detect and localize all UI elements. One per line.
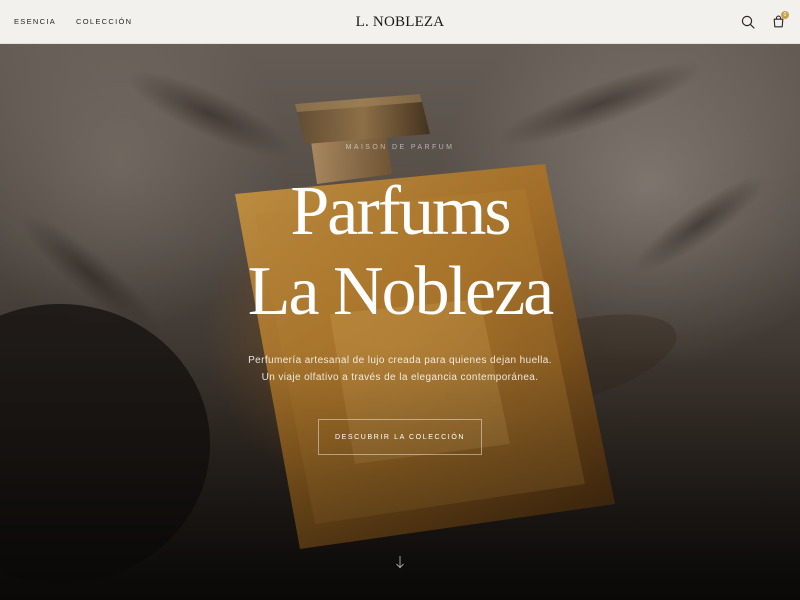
hero-subtitle: Perfumería artesanal de lujo creada para… (248, 355, 552, 383)
main-nav: Esencia Colección (14, 17, 132, 26)
cart-button[interactable]: 0 (770, 10, 789, 30)
hero-eyebrow: Maison de Parfum (345, 144, 455, 151)
header-actions: 0 (740, 10, 789, 30)
hero-section: Maison de Parfum Parfums La Nobleza Perf… (0, 44, 800, 600)
hero-title-line-1: Parfums (290, 173, 511, 250)
search-icon (741, 15, 755, 29)
hero-title-line-2: La Nobleza (247, 253, 555, 330)
scroll-down-button[interactable] (392, 554, 408, 570)
nav-link-coleccion[interactable]: Colección (76, 17, 132, 26)
arrow-down-icon (396, 556, 404, 569)
hero-title: Parfums La Nobleza (0, 172, 800, 332)
discover-collection-button[interactable]: Descubrir la colección (318, 419, 482, 455)
nav-link-esencia[interactable]: Esencia (14, 17, 56, 26)
cart-count-badge: 0 (781, 10, 789, 19)
search-button[interactable] (740, 14, 756, 30)
brand-logo[interactable]: L. NOBLEZA (356, 14, 445, 31)
hero-content: Maison de Parfum Parfums La Nobleza Perf… (0, 44, 800, 600)
site-header: Esencia Colección L. NOBLEZA 0 (0, 0, 800, 44)
